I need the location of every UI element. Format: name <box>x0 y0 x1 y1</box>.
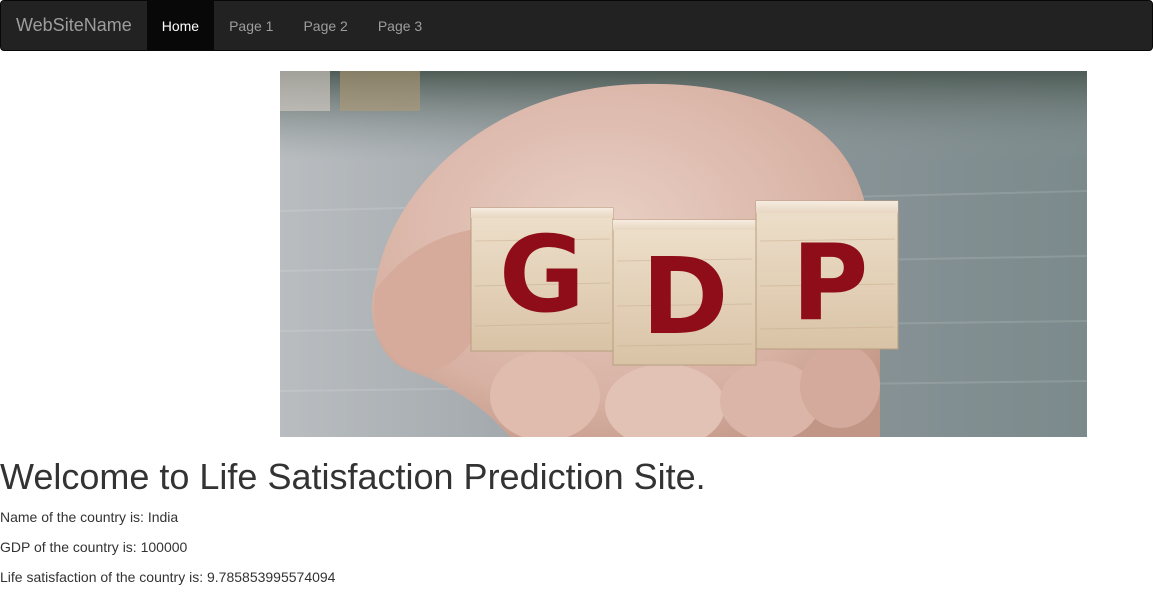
nav-home[interactable]: Home <box>146 1 215 50</box>
page-title: Welcome to Life Satisfaction Prediction … <box>0 456 706 497</box>
life-satisfaction-text: Life satisfaction of the country is: 9.7… <box>0 569 336 585</box>
letter-p: P <box>792 222 869 344</box>
block-d: D <box>612 219 757 366</box>
top-navbar: WebSiteName Home Page 1 Page 2 Page 3 <box>0 0 1153 51</box>
block-g: G <box>470 207 614 352</box>
letter-d: D <box>641 236 728 358</box>
letter-g: G <box>499 214 585 336</box>
brand-link[interactable]: WebSiteName <box>1 1 147 50</box>
nav-page-2[interactable]: Page 2 <box>288 1 362 50</box>
gdp-text: GDP of the country is: 100000 <box>0 539 188 555</box>
nav-page-3[interactable]: Page 3 <box>363 1 437 50</box>
block-p: P <box>755 200 899 350</box>
gdp-hero-image: G D P <box>280 71 1087 437</box>
country-name-text: Name of the country is: India <box>0 509 179 525</box>
nav-page-1[interactable]: Page 1 <box>214 1 288 50</box>
